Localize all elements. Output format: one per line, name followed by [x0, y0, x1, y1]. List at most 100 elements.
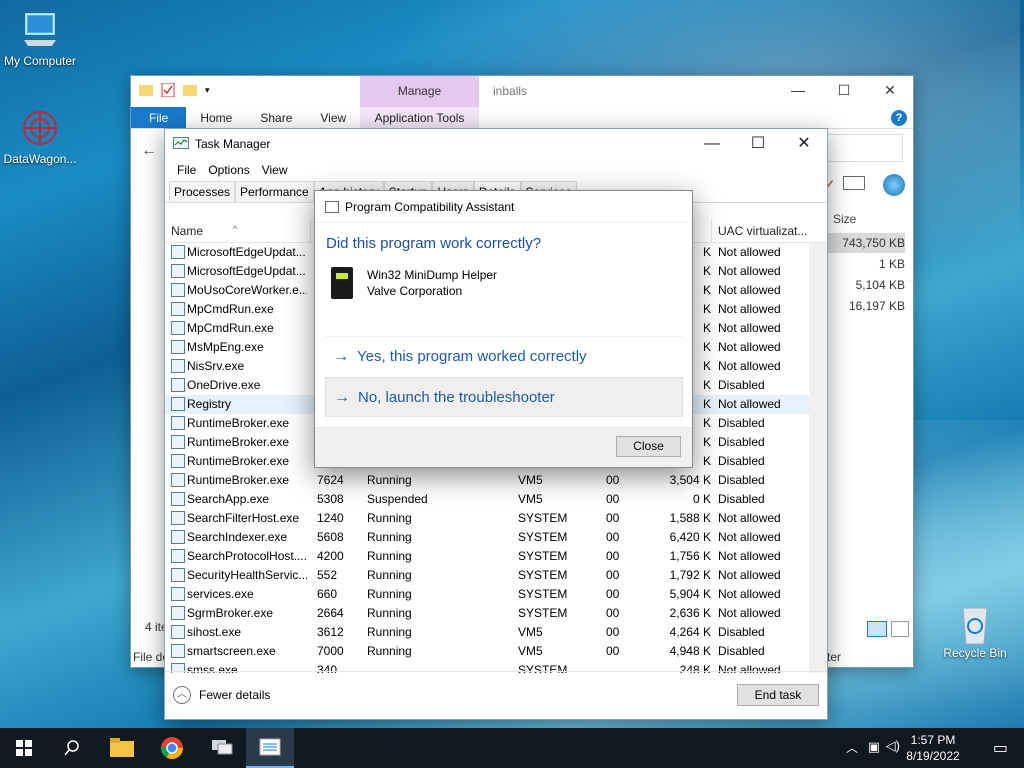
- cell-user: SYSTEM: [518, 568, 568, 582]
- process-icon: [171, 435, 185, 449]
- taskbar-app[interactable]: [198, 728, 246, 768]
- explorer-titlebar: ▾ Manage inballs — ☐ ✕: [131, 76, 913, 107]
- cell-name: MpCmdRun.exe: [187, 321, 274, 335]
- cell-name: SecurityHealthServic...: [187, 568, 307, 582]
- cell-user: SYSTEM: [518, 511, 568, 525]
- cell-name: MpCmdRun.exe: [187, 302, 274, 316]
- cell-name: MsMpEng.exe: [187, 340, 264, 354]
- new-folder-icon[interactable]: [183, 83, 197, 97]
- datawagon-icon: [20, 108, 60, 148]
- desktop-icon-my-computer[interactable]: My Computer: [0, 10, 80, 68]
- table-row[interactable]: RuntimeBroker.exe 7624 Running VM5 00 3,504 K…: [165, 471, 809, 490]
- taskbar-task-manager[interactable]: [246, 728, 294, 768]
- file-size: 743,750 KB: [827, 233, 905, 253]
- taskmanager-vertical-scrollbar[interactable]: [809, 243, 827, 673]
- cell-pid: 5308: [317, 492, 344, 506]
- explorer-maximize-button[interactable]: ☐: [821, 76, 867, 104]
- ribbon-tab-home[interactable]: Home: [186, 107, 246, 128]
- pca-footer: Close: [315, 427, 692, 467]
- desktop-icon-datawagon[interactable]: DataWagon...: [0, 108, 80, 166]
- explorer-minimize-button[interactable]: —: [775, 76, 821, 104]
- tab-processes[interactable]: Processes: [169, 181, 236, 202]
- cell-user: VM5: [518, 625, 543, 639]
- search-button[interactable]: [48, 728, 96, 768]
- cell-pid: 7624: [317, 473, 344, 487]
- properties-icon[interactable]: [161, 83, 175, 97]
- rename-icon[interactable]: [843, 176, 865, 190]
- ribbon-tab-share[interactable]: Share: [246, 107, 306, 128]
- table-row[interactable]: SgrmBroker.exe 2664 Running SYSTEM 00 2,636 K…: [165, 604, 809, 623]
- process-icon: [171, 378, 185, 392]
- desktop-icon-recycle-bin[interactable]: Recycle Bin: [935, 602, 1015, 660]
- table-row[interactable]: services.exe 660 Running SYSTEM 00 5,904 K Not…: [165, 585, 809, 604]
- cell-status: Running: [367, 473, 412, 487]
- pca-program-info: Win32 MiniDump Helper Valve Corporation: [331, 267, 497, 299]
- program-compatibility-assistant-dialog[interactable]: Program Compatibility Assistant Did this…: [314, 190, 693, 468]
- process-icon: [171, 416, 185, 430]
- fewer-details-button[interactable]: ︿ Fewer details: [173, 686, 270, 704]
- cell-mem: 0 K: [692, 492, 711, 506]
- process-icon: [171, 283, 185, 297]
- start-button[interactable]: [0, 728, 48, 768]
- process-icon: [171, 587, 185, 601]
- process-icon: [171, 340, 185, 354]
- process-icon: [171, 359, 185, 373]
- ribbon-tab-file[interactable]: File: [131, 107, 187, 128]
- process-icon: [171, 606, 185, 620]
- process-icon: [171, 397, 185, 411]
- ribbon-tab-application-tools[interactable]: Application Tools: [360, 107, 479, 129]
- size-column-header[interactable]: Size: [827, 208, 913, 230]
- taskmanager-minimize-button[interactable]: —: [689, 129, 735, 159]
- cell-status: Running: [367, 625, 412, 639]
- cell-name: RuntimeBroker.exe: [187, 473, 290, 487]
- table-row[interactable]: sihost.exe 3612 Running VM5 00 4,264 K Disable…: [165, 623, 809, 642]
- table-row[interactable]: SecurityHealthServic... 552 Running SYSTEM 0…: [165, 566, 809, 585]
- cell-name: services.exe: [187, 587, 254, 601]
- cell-user: VM5: [518, 473, 543, 487]
- clock[interactable]: 1:57 PM 8/19/2022: [898, 732, 968, 764]
- table-row[interactable]: SearchProtocolHost.... 4200 Running SYSTEM 0…: [165, 547, 809, 566]
- cell-status: Running: [367, 644, 412, 658]
- cell-uac: Not allowed: [718, 359, 781, 373]
- search-icon: [64, 740, 79, 756]
- ribbon-tab-view[interactable]: View: [306, 107, 360, 128]
- pca-close-button[interactable]: Close: [616, 436, 681, 457]
- cell-user: SYSTEM: [518, 606, 568, 620]
- manage-contextual-tab[interactable]: Manage: [360, 76, 479, 107]
- desktop-icon-label: DataWagon...: [3, 152, 77, 166]
- back-arrow-icon[interactable]: ←: [141, 142, 157, 160]
- menu-file[interactable]: File: [171, 159, 202, 181]
- option-launch-troubleshooter[interactable]: → No, launch the troubleshooter: [325, 377, 683, 417]
- menu-view[interactable]: View: [256, 159, 294, 181]
- chevron-up-icon[interactable]: ︿: [846, 739, 858, 756]
- arrow-right-icon: →: [334, 389, 350, 406]
- help-icon[interactable]: ?: [891, 110, 907, 126]
- table-row[interactable]: SearchIndexer.exe 5608 Running SYSTEM 00 6,42…: [165, 528, 809, 547]
- arrow-right-icon: →: [333, 348, 349, 365]
- column-header-uac[interactable]: UAC virtualizat...: [711, 219, 811, 243]
- quick-access-dropdown-icon[interactable]: ▾: [205, 85, 210, 96]
- folder-icon[interactable]: [139, 83, 153, 97]
- tab-performance[interactable]: Performance: [235, 181, 314, 202]
- column-header-name[interactable]: ^ Name: [165, 219, 311, 243]
- cell-mem: 6,420 K: [669, 530, 711, 544]
- option-worked-correctly[interactable]: → Yes, this program worked correctly: [325, 336, 683, 376]
- table-row[interactable]: smartscreen.exe 7000 Running VM5 00 4,948 K Di…: [165, 642, 809, 661]
- taskbar-file-explorer[interactable]: [98, 728, 146, 768]
- task-manager-menubar: File Options View: [165, 159, 827, 181]
- taskbar-chrome[interactable]: [148, 728, 196, 768]
- table-row[interactable]: SearchFilterHost.exe 1240 Running SYSTEM 00 1…: [165, 509, 809, 528]
- globe-icon[interactable]: [883, 174, 905, 196]
- cell-uac: Not allowed: [718, 264, 781, 278]
- notifications-icon[interactable]: ▭: [993, 738, 1008, 758]
- large-icons-view-icon[interactable]: [891, 621, 909, 637]
- taskmanager-maximize-button[interactable]: ☐: [735, 129, 781, 159]
- cell-mem: 1,792 K: [669, 568, 711, 582]
- explorer-close-button[interactable]: ✕: [867, 76, 913, 104]
- menu-options[interactable]: Options: [202, 159, 255, 181]
- end-task-button[interactable]: End task: [737, 684, 819, 706]
- taskmanager-close-button[interactable]: ✕: [781, 129, 827, 159]
- details-view-icon[interactable]: [867, 621, 887, 637]
- table-row[interactable]: SearchApp.exe 5308 Suspended VM5 00 0 K Disabl…: [165, 490, 809, 509]
- network-icon[interactable]: ▣: [868, 739, 880, 755]
